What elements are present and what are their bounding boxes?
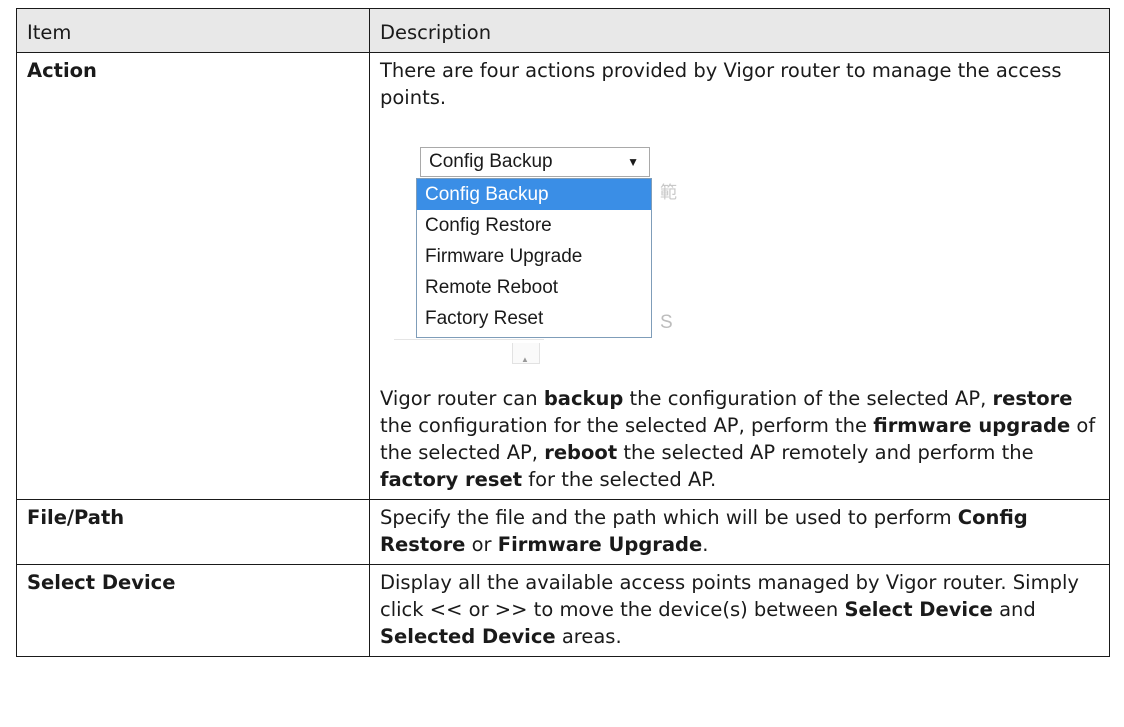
item-action: Action: [16, 52, 370, 500]
background-text-fragment: S: [660, 312, 673, 333]
item-file-path: File/Path: [16, 499, 370, 565]
keyword-select-device: Select Device: [844, 598, 993, 621]
option-firmware-upgrade[interactable]: Firmware Upgrade: [417, 241, 651, 272]
text: Specify the file and the path which will…: [380, 506, 958, 529]
action-select-value: Config Backup: [429, 151, 553, 172]
keyword-selected-device: Selected Device: [380, 625, 556, 648]
text: .: [702, 533, 709, 556]
table-row-file-path: File/Path Specify the file and the path …: [16, 499, 1110, 565]
option-config-restore[interactable]: Config Restore: [417, 210, 651, 241]
text: the configuration of the selected AP,: [623, 387, 993, 410]
scroll-up-icon: ▲: [512, 343, 540, 364]
keyword-factory-reset: factory reset: [380, 468, 523, 491]
background-text-fragment: 範: [660, 183, 677, 202]
text: or: [465, 533, 498, 556]
triangle-down-icon: ▼: [627, 155, 639, 169]
header-item: Item: [16, 8, 370, 53]
description-select-device: Display all the available access points …: [369, 564, 1110, 657]
description-file-path: Specify the file and the path which will…: [369, 499, 1110, 565]
text: the selected AP remotely and perform the: [617, 441, 1034, 464]
keyword-firmware-upgrade: Firmware Upgrade: [497, 533, 703, 556]
keyword-backup: backup: [543, 387, 624, 410]
text: areas.: [555, 625, 622, 648]
text: and: [992, 598, 1036, 621]
action-select[interactable]: Config Backup ▼: [420, 147, 650, 177]
option-factory-reset[interactable]: Factory Reset: [417, 303, 651, 334]
table-header-row: Item Description: [16, 8, 1110, 53]
text: for the selected AP.: [522, 468, 717, 491]
action-intro: There are four actions provided by Vigor…: [380, 59, 1062, 109]
description-table: Item Description Action There are four a…: [16, 8, 1110, 657]
table-row-select-device: Select Device Display all the available …: [16, 564, 1110, 657]
option-config-backup[interactable]: Config Backup: [417, 179, 651, 210]
table-row-action: Action There are four actions provided b…: [16, 52, 1110, 500]
description-action: There are four actions provided by Vigor…: [369, 52, 1110, 500]
option-remote-reboot[interactable]: Remote Reboot: [417, 272, 651, 303]
header-description: Description: [369, 8, 1110, 53]
divider: [394, 339, 544, 340]
action-explanation: Vigor router can backup the configuratio…: [380, 385, 1101, 493]
text: the configuration for the selected AP, p…: [380, 414, 874, 437]
keyword-firmware-upgrade: firmware upgrade: [873, 414, 1071, 437]
action-dropdown-screenshot: Config Backup ▼ 範 S ▲ Config Backup Conf…: [394, 133, 724, 373]
text: Vigor router can: [380, 387, 544, 410]
action-options-list: Config Backup Config Restore Firmware Up…: [416, 178, 652, 338]
keyword-restore: restore: [992, 387, 1073, 410]
keyword-reboot: reboot: [544, 441, 618, 464]
item-select-device: Select Device: [16, 564, 370, 657]
